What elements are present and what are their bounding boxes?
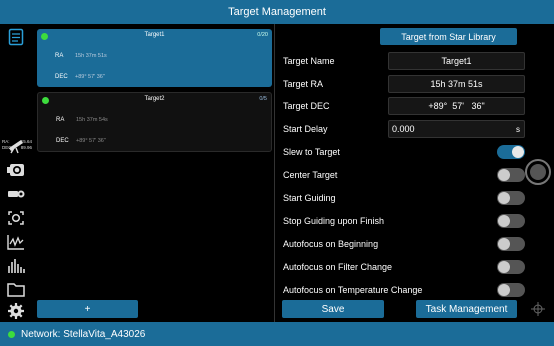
target-ra-value: 15h 37m 51s (75, 53, 107, 59)
title-bar: Target Management (0, 0, 554, 24)
autofocus-beginning-toggle[interactable] (497, 237, 525, 251)
target-ra-label: Target RA (283, 79, 324, 89)
stop-guiding-label: Stop Guiding upon Finish (283, 216, 385, 226)
target-settings-form: Target from Star Library Target Name Tar… (275, 24, 525, 322)
target-card-1[interactable]: Target1 0/20 RA 15h 37m 51s DEC +89° 57'… (37, 29, 272, 87)
start-delay-label: Start Delay (283, 124, 328, 134)
task-management-button[interactable]: Task Management (416, 300, 517, 318)
toggle-row-center: Center Target (283, 165, 525, 185)
start-delay-row: Start Delay 0.000 s (283, 119, 525, 139)
focuser-icon[interactable] (5, 185, 27, 203)
capture-shutter-button[interactable] (525, 159, 551, 185)
center-target-label: Center Target (283, 170, 338, 180)
toggle-row-stop-guiding: Stop Guiding upon Finish (283, 211, 525, 231)
histogram-icon[interactable] (5, 257, 27, 275)
crosshair-icon[interactable] (531, 302, 545, 316)
camera-icon[interactable] (5, 161, 27, 179)
toggle-row-af-begin: Autofocus on Beginning (283, 234, 525, 254)
target-name: Target2 (144, 96, 165, 102)
target-name: Target1 (144, 32, 165, 38)
target-dec-field[interactable]: +89° 57' 36" (388, 97, 525, 115)
target-ra-value: 15h 37m 54s (76, 117, 108, 123)
autofocus-temperature-toggle[interactable] (497, 283, 525, 297)
network-status-indicator (8, 330, 15, 338)
start-guiding-toggle[interactable] (497, 191, 525, 205)
target-dec-label: DEC (55, 74, 68, 80)
slew-to-target-label: Slew to Target (283, 147, 340, 157)
checklist-icon[interactable] (5, 28, 27, 46)
toggle-row-guiding: Start Guiding (283, 188, 525, 208)
telescope-icon[interactable] (5, 136, 27, 154)
center-target-toggle[interactable] (497, 168, 525, 182)
toggle-row-slew: Slew to Target (283, 142, 525, 162)
target-dec-row: Target DEC +89° 57' 36" (283, 96, 525, 116)
toggle-row-af-temp: Autofocus on Temperature Change (283, 280, 525, 300)
page-title: Target Management (228, 6, 326, 18)
start-delay-value: 0.000 (392, 124, 415, 134)
autofocus-filter-toggle[interactable] (497, 260, 525, 274)
target-name-label: Target Name (283, 56, 335, 66)
target-name-field[interactable]: Target1 (388, 52, 525, 70)
stop-guiding-toggle[interactable] (497, 214, 525, 228)
autofocus-filter-label: Autofocus on Filter Change (283, 262, 393, 272)
target-dec-value: +89° 57' 36" (75, 74, 105, 80)
start-delay-field[interactable]: 0.000 s (388, 120, 525, 138)
save-button[interactable]: Save (282, 300, 384, 318)
target-dec-label: DEC (56, 138, 69, 144)
target-count: 0/5 (259, 96, 267, 102)
target-ra-field[interactable]: 15h 37m 51s (388, 75, 525, 93)
target-ra-label: RA (55, 53, 64, 59)
slew-to-target-toggle[interactable] (497, 145, 525, 159)
autofocus-temperature-label: Autofocus on Temperature Change (283, 285, 423, 295)
autofocus-beginning-label: Autofocus on Beginning (283, 239, 379, 249)
target-card-2[interactable]: Target2 0/5 RA 15h 37m 54s DEC +89° 57' … (37, 92, 272, 152)
focus-frame-icon[interactable] (5, 209, 27, 227)
settings-gear-icon[interactable] (5, 302, 27, 320)
guiding-graph-icon[interactable] (5, 233, 27, 251)
target-ra-label: RA (56, 117, 65, 123)
target-list: Target1 0/20 RA 15h 37m 51s DEC +89° 57'… (34, 24, 274, 322)
target-dec-label: Target DEC (283, 101, 330, 111)
start-guiding-label: Start Guiding (283, 193, 336, 203)
status-bar: Network: StellaVita_A43026 (0, 322, 554, 346)
target-count: 0/20 (257, 32, 268, 38)
start-delay-unit: s (516, 124, 520, 134)
left-toolbar: RA: 15.64 DEC: 89.96 (0, 24, 34, 322)
target-name-row: Target Name Target1 (283, 51, 525, 71)
target-ra-row: Target RA 15h 37m 51s (283, 74, 525, 94)
network-status-text: Network: StellaVita_A43026 (21, 328, 146, 340)
star-library-button[interactable]: Target from Star Library (380, 28, 517, 45)
add-target-button[interactable]: + (37, 300, 138, 318)
target-dec-value: +89° 57' 36" (76, 138, 106, 144)
folder-icon[interactable] (5, 280, 27, 298)
toggle-row-af-filter: Autofocus on Filter Change (283, 257, 525, 277)
